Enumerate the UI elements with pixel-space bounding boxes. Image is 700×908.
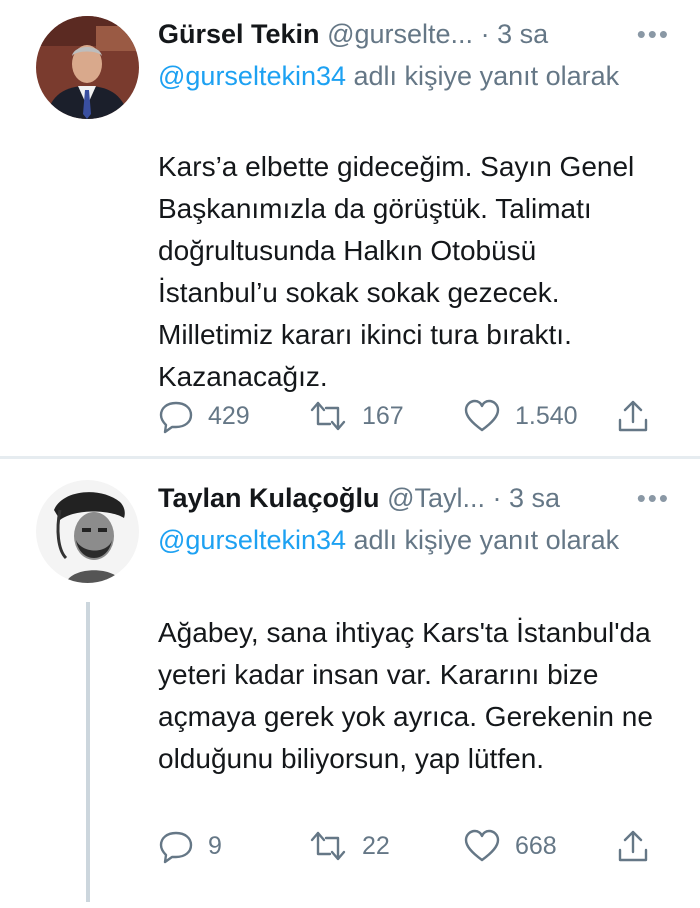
tweet-divider bbox=[0, 456, 700, 459]
avatar[interactable] bbox=[36, 480, 139, 583]
retweet-button[interactable]: 22 bbox=[308, 826, 390, 866]
avatar[interactable] bbox=[36, 16, 139, 119]
replying-to-label: adlı kişiye yanıt olarak bbox=[346, 525, 620, 555]
username[interactable]: @gurselte... bbox=[327, 19, 473, 49]
like-count: 668 bbox=[515, 831, 557, 860]
retweet-icon bbox=[310, 401, 346, 431]
like-button[interactable]: 668 bbox=[463, 826, 557, 866]
profile-photo bbox=[36, 16, 139, 119]
tweet[interactable]: Gürsel Tekin @gurselte... · 3 sa ••• @gu… bbox=[0, 0, 700, 458]
action-bar: 429 167 1.540 bbox=[158, 396, 668, 436]
like-count: 1.540 bbox=[515, 401, 578, 430]
thread-line bbox=[86, 602, 90, 902]
share-button[interactable] bbox=[616, 396, 650, 436]
tweet-header: Gürsel Tekin @gurselte... · 3 sa bbox=[158, 14, 678, 54]
separator-dot: · bbox=[480, 19, 490, 49]
tweet-text: Kars’a elbette gideceğim. Sayın Genel Ba… bbox=[158, 151, 635, 392]
reply-count: 9 bbox=[208, 831, 222, 860]
separator-dot: · bbox=[492, 483, 502, 513]
action-bar: 9 22 668 bbox=[158, 826, 668, 866]
tweet-header: Taylan Kulaçoğlu @Tayl... · 3 sa bbox=[158, 478, 678, 518]
display-name[interactable]: Gürsel Tekin bbox=[158, 19, 320, 49]
retweet-count: 167 bbox=[362, 401, 404, 430]
reply-button[interactable]: 9 bbox=[158, 826, 222, 866]
reply-count: 429 bbox=[208, 401, 250, 430]
display-name[interactable]: Taylan Kulaçoğlu bbox=[158, 483, 380, 513]
reply-button[interactable]: 429 bbox=[158, 396, 250, 436]
tweet-text: Ağabey, sana ihtiyaç Kars'ta İstanbul'da… bbox=[158, 617, 653, 774]
more-icon[interactable]: ••• bbox=[637, 14, 670, 54]
share-button[interactable] bbox=[616, 826, 650, 866]
retweet-button[interactable]: 167 bbox=[308, 396, 404, 436]
mention-link[interactable]: @gurseltekin34 bbox=[158, 61, 346, 91]
reply-icon bbox=[159, 831, 193, 864]
like-button[interactable]: 1.540 bbox=[463, 396, 578, 436]
timestamp[interactable]: 3 sa bbox=[509, 483, 560, 513]
share-icon bbox=[618, 400, 648, 432]
profile-photo bbox=[36, 480, 139, 583]
timestamp[interactable]: 3 sa bbox=[497, 19, 548, 49]
mention-link[interactable]: @gurseltekin34 bbox=[158, 525, 346, 555]
replying-to: @gurseltekin34 adlı kişiye yanıt olarak bbox=[158, 520, 638, 561]
reply-icon bbox=[159, 401, 193, 434]
heart-icon bbox=[464, 399, 500, 432]
heart-icon bbox=[464, 829, 500, 862]
replying-to: @gurseltekin34 adlı kişiye yanıt olarak bbox=[158, 56, 638, 97]
retweet-icon bbox=[310, 831, 346, 861]
more-icon[interactable]: ••• bbox=[637, 478, 670, 518]
tweet[interactable]: Taylan Kulaçoğlu @Tayl... · 3 sa ••• @gu… bbox=[0, 460, 700, 908]
share-icon bbox=[618, 830, 648, 862]
username[interactable]: @Tayl... bbox=[387, 483, 485, 513]
retweet-count: 22 bbox=[362, 831, 390, 860]
replying-to-label: adlı kişiye yanıt olarak bbox=[346, 61, 620, 91]
